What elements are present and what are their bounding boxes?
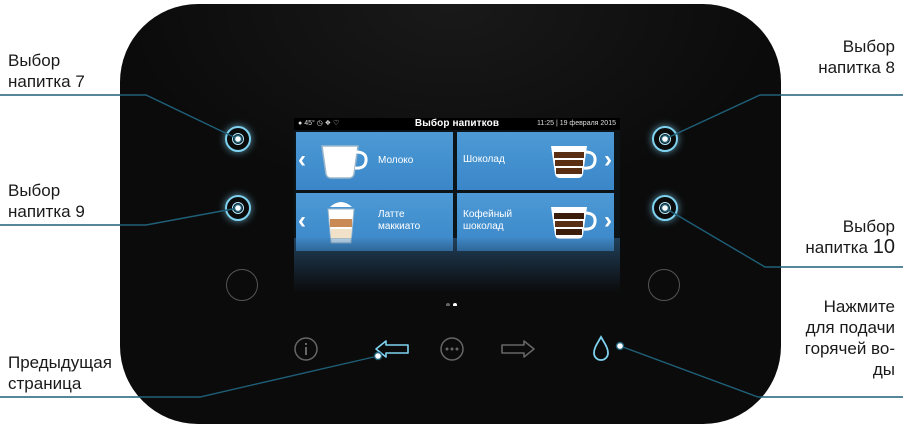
callout-previous-page: Предыдущая страница — [8, 353, 112, 393]
callout-line: Выбор — [842, 217, 895, 236]
callout-drink-7: Выбор напитка 7 — [8, 51, 85, 91]
callout-drink-9: Выбор напитка 9 — [8, 181, 85, 221]
callout-hot-water: Нажмите для подачи горячей во-ды — [804, 297, 895, 379]
callout-leader-lines — [0, 94, 903, 398]
callout-drink-10: Выбор напитка 10 — [785, 216, 895, 258]
callout-line: напитка — [805, 238, 869, 257]
callout-drink-8: Выбор напитка 8 — [818, 37, 895, 77]
callout-number: 10 — [872, 236, 895, 258]
